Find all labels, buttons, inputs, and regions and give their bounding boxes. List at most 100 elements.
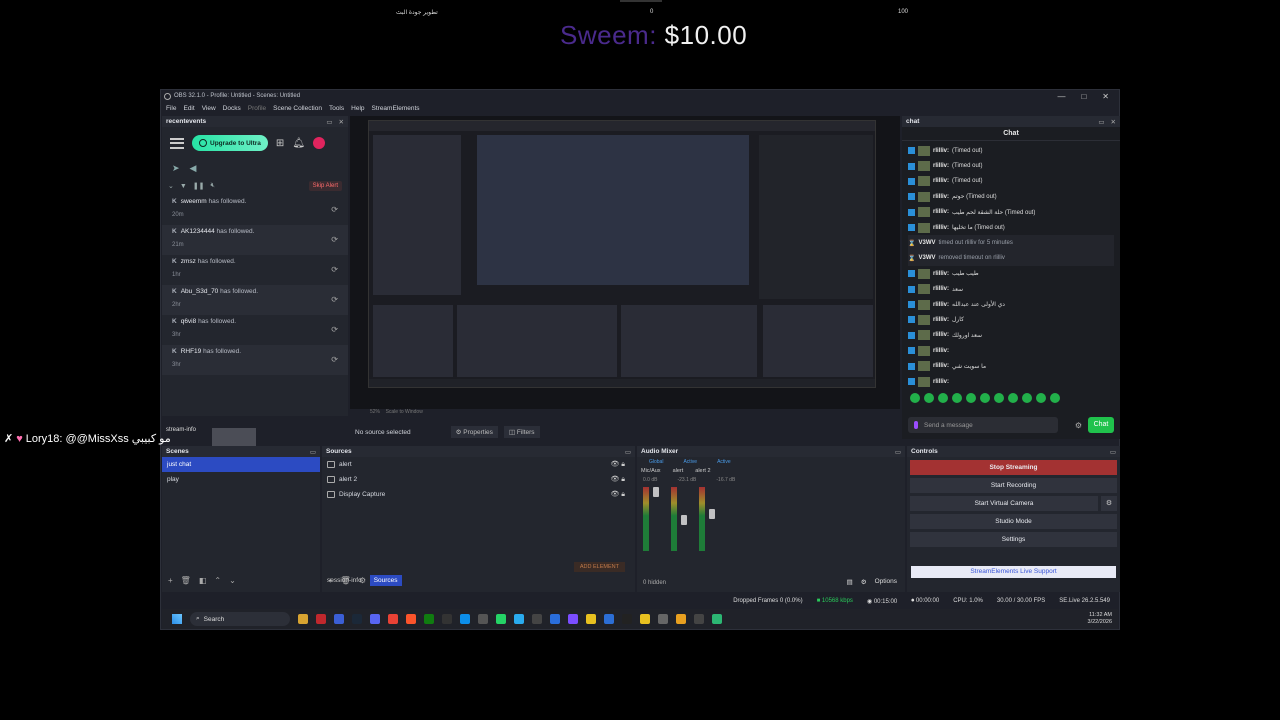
app-icon[interactable] bbox=[478, 614, 488, 624]
bits-icon[interactable] bbox=[914, 421, 918, 429]
app-icon[interactable] bbox=[712, 614, 722, 624]
se-live-support-button[interactable]: StreamElements Live Support bbox=[911, 566, 1116, 578]
chevron-down-icon[interactable]: ⌄ bbox=[168, 182, 174, 190]
obs-icon[interactable] bbox=[532, 614, 542, 624]
visibility-eye-icon[interactable]: 👁︎ 🔒︎ bbox=[610, 475, 625, 484]
tab-session-info[interactable]: session-info bbox=[325, 575, 364, 586]
app-icon[interactable] bbox=[694, 614, 704, 624]
emote-icon[interactable] bbox=[1050, 393, 1060, 404]
emote-icon[interactable] bbox=[952, 393, 962, 404]
event-item[interactable]: Ksweemm has followed. 20m ⟳ bbox=[162, 195, 348, 225]
rocket-icon[interactable]: ➤ bbox=[172, 163, 180, 174]
move-up-icon[interactable]: ⌃ bbox=[214, 576, 221, 585]
menu-docks[interactable]: Docks bbox=[223, 105, 241, 112]
add-element-button[interactable]: ADD ELEMENT bbox=[573, 562, 625, 572]
chat-user[interactable]: rlilliv: bbox=[933, 163, 949, 169]
filter-icon[interactable]: ◧ bbox=[199, 576, 207, 585]
event-item[interactable]: K Abu_S3d_70 has followed. 2hr ⟳ bbox=[162, 285, 348, 315]
mixer-tab-global[interactable]: Global bbox=[649, 459, 663, 465]
channel-name[interactable]: alert bbox=[673, 468, 684, 474]
float-icon[interactable]: ▭ bbox=[326, 118, 332, 126]
chat-user[interactable]: rlilliv: bbox=[933, 209, 949, 215]
float-icon[interactable]: ▭ bbox=[895, 448, 901, 456]
app-icon[interactable] bbox=[640, 614, 650, 624]
emote-icon[interactable] bbox=[910, 393, 920, 404]
scene-item-just-chat[interactable]: just chat bbox=[162, 457, 320, 472]
chat-user[interactable]: rlilliv: bbox=[933, 271, 949, 277]
chat-user[interactable]: rlilliv: bbox=[933, 194, 949, 200]
close-dock-icon[interactable]: ✕ bbox=[1111, 118, 1116, 126]
close-button[interactable]: ✕ bbox=[1102, 92, 1109, 101]
source-item[interactable]: alert 👁︎ 🔒︎ bbox=[322, 457, 635, 472]
steam-icon[interactable] bbox=[352, 614, 362, 624]
chat-user[interactable]: rlilliv: bbox=[933, 302, 949, 308]
event-item[interactable]: Kq6vi8 has followed. 3hr ⟳ bbox=[162, 315, 348, 345]
float-icon[interactable]: ▭ bbox=[1110, 448, 1116, 456]
mute-icon[interactable]: 🔇︎ bbox=[211, 182, 215, 190]
chrome-icon[interactable] bbox=[388, 614, 398, 624]
emote-icon[interactable] bbox=[1036, 393, 1046, 404]
file-explorer-icon[interactable] bbox=[298, 614, 308, 624]
source-item[interactable]: Display Capture 👁︎ 🔒︎ bbox=[322, 487, 635, 502]
event-item[interactable]: Kzmsz has followed. 1hr ⟳ bbox=[162, 255, 348, 285]
source-item[interactable]: alert 2 👁︎ 🔒︎ bbox=[322, 472, 635, 487]
app-icon[interactable] bbox=[550, 614, 560, 624]
app-icon[interactable] bbox=[334, 614, 344, 624]
preview-zoom[interactable]: 52% bbox=[370, 409, 380, 415]
volume-meter[interactable] bbox=[643, 487, 659, 551]
filter-icon[interactable]: ▼ bbox=[180, 183, 187, 190]
chat-user[interactable]: rlilliv: bbox=[933, 148, 949, 154]
event-item[interactable]: K AK1234444 has followed. 21m ⟳ bbox=[162, 225, 348, 255]
app-icon[interactable] bbox=[676, 614, 686, 624]
float-icon[interactable]: ▭ bbox=[625, 448, 631, 456]
megaphone-icon[interactable]: ◀ bbox=[190, 163, 197, 174]
chat-input[interactable]: Send a message bbox=[908, 417, 1058, 433]
emote-icon[interactable] bbox=[994, 393, 1004, 404]
app-icon[interactable] bbox=[316, 614, 326, 624]
whatsapp-icon[interactable] bbox=[496, 614, 506, 624]
chat-user[interactable]: V3WV bbox=[918, 255, 935, 261]
replay-icon[interactable]: ⟳ bbox=[331, 295, 338, 304]
menu-scene-collection[interactable]: Scene Collection bbox=[273, 105, 322, 112]
replay-icon[interactable]: ⟳ bbox=[331, 355, 338, 364]
mixer-tab-active[interactable]: Active bbox=[683, 459, 697, 465]
telegram-icon[interactable] bbox=[514, 614, 524, 624]
stream-preview[interactable] bbox=[350, 116, 900, 409]
properties-button[interactable]: ⚙ Properties bbox=[450, 426, 498, 438]
notification-icon[interactable]: 🔔︎ bbox=[292, 138, 305, 149]
options-button[interactable]: Options bbox=[875, 578, 897, 586]
xbox-icon[interactable] bbox=[424, 614, 434, 624]
volume-fader[interactable] bbox=[709, 509, 715, 519]
replay-icon[interactable]: ⟳ bbox=[331, 235, 338, 244]
taskbar-clock[interactable]: 11:32 AM 3/22/2026 bbox=[1088, 612, 1112, 626]
app-icon[interactable] bbox=[658, 614, 668, 624]
mixer-tab-active[interactable]: Active bbox=[717, 459, 731, 465]
gear-icon[interactable]: ⚙ bbox=[861, 578, 867, 586]
chat-user[interactable]: rlilliv: bbox=[933, 379, 949, 385]
skip-alert-button[interactable]: Skip Alert bbox=[308, 181, 342, 191]
chat-user[interactable]: rlilliv: bbox=[933, 178, 949, 184]
visibility-eye-icon[interactable]: 👁︎ 🔒︎ bbox=[610, 460, 625, 469]
move-down-icon[interactable]: ⌄ bbox=[229, 576, 236, 585]
epic-games-icon[interactable] bbox=[442, 614, 452, 624]
upgrade-button[interactable]: Upgrade to Ultra bbox=[192, 135, 268, 151]
trash-icon[interactable]: 🗑︎ bbox=[181, 576, 191, 585]
event-item[interactable]: K RHF19 has followed. 3hr ⟳ bbox=[162, 345, 348, 375]
chat-user[interactable]: rlilliv: bbox=[933, 225, 949, 231]
start-virtual-camera-button[interactable]: Start Virtual Camera bbox=[910, 496, 1098, 511]
chat-user[interactable]: V3WV bbox=[918, 240, 935, 246]
avatar[interactable] bbox=[313, 137, 326, 149]
menu-view[interactable]: View bbox=[202, 105, 216, 112]
emote-icon[interactable] bbox=[924, 393, 934, 404]
chat-send-button[interactable]: Chat bbox=[1088, 417, 1114, 433]
volume-meter[interactable] bbox=[699, 487, 715, 551]
mixer-layout-icon[interactable]: ▤ bbox=[847, 578, 853, 586]
volume-fader[interactable] bbox=[681, 515, 687, 525]
replay-icon[interactable]: ⟳ bbox=[331, 325, 338, 334]
chat-messages[interactable]: rlilliv: (Timed out) rlilliv: (Timed out) rl… bbox=[902, 141, 1120, 391]
visibility-eye-icon[interactable]: 👁︎ 🔒︎ bbox=[610, 490, 625, 499]
app-icon[interactable] bbox=[622, 614, 632, 624]
emote-icon[interactable] bbox=[938, 393, 948, 404]
replay-icon[interactable]: ⟳ bbox=[331, 265, 338, 274]
replay-icon[interactable]: ⟳ bbox=[331, 205, 338, 214]
